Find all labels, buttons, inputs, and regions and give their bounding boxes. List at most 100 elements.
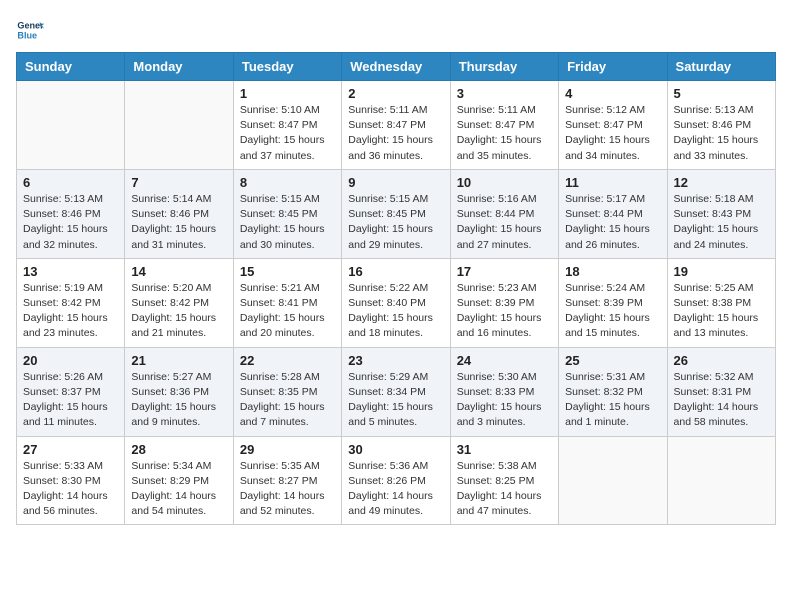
day-number: 2 (348, 86, 443, 101)
logo: General Blue (16, 16, 48, 44)
calendar-cell: 24 Sunrise: 5:30 AMSunset: 8:33 PMDayligh… (450, 347, 558, 436)
calendar-week-row: 6 Sunrise: 5:13 AMSunset: 8:46 PMDaylight… (17, 169, 776, 258)
day-number: 12 (674, 175, 769, 190)
day-info: Sunrise: 5:35 AMSunset: 8:27 PMDaylight:… (240, 459, 335, 520)
day-info: Sunrise: 5:22 AMSunset: 8:40 PMDaylight:… (348, 281, 443, 342)
day-info: Sunrise: 5:36 AMSunset: 8:26 PMDaylight:… (348, 459, 443, 520)
calendar-cell: 10 Sunrise: 5:16 AMSunset: 8:44 PMDayligh… (450, 169, 558, 258)
calendar-cell: 17 Sunrise: 5:23 AMSunset: 8:39 PMDayligh… (450, 258, 558, 347)
calendar-cell: 3 Sunrise: 5:11 AMSunset: 8:47 PMDaylight… (450, 81, 558, 170)
calendar-cell: 7 Sunrise: 5:14 AMSunset: 8:46 PMDaylight… (125, 169, 233, 258)
calendar-cell: 27 Sunrise: 5:33 AMSunset: 8:30 PMDayligh… (17, 436, 125, 525)
calendar-cell: 22Sunrise: 5:28 AMSunset: 8:35 PMDayligh… (233, 347, 341, 436)
day-number: 1 (240, 86, 335, 101)
calendar-week-row: 20Sunrise: 5:26 AMSunset: 8:37 PMDayligh… (17, 347, 776, 436)
day-info: Sunrise: 5:23 AMSunset: 8:39 PMDaylight:… (457, 281, 552, 342)
calendar-header-row: SundayMondayTuesdayWednesdayThursdayFrid… (17, 53, 776, 81)
calendar-cell: 25 Sunrise: 5:31 AMSunset: 8:32 PMDayligh… (559, 347, 667, 436)
calendar-cell: 6 Sunrise: 5:13 AMSunset: 8:46 PMDaylight… (17, 169, 125, 258)
day-info: Sunrise: 5:25 AMSunset: 8:38 PMDaylight:… (674, 281, 769, 342)
weekday-header-thursday: Thursday (450, 53, 558, 81)
calendar-cell: 31 Sunrise: 5:38 AMSunset: 8:25 PMDayligh… (450, 436, 558, 525)
calendar-cell: 1 Sunrise: 5:10 AMSunset: 8:47 PMDaylight… (233, 81, 341, 170)
page-header: General Blue (16, 16, 776, 44)
day-number: 5 (674, 86, 769, 101)
day-number: 9 (348, 175, 443, 190)
calendar-cell: 11 Sunrise: 5:17 AMSunset: 8:44 PMDayligh… (559, 169, 667, 258)
weekday-header-wednesday: Wednesday (342, 53, 450, 81)
calendar-cell (667, 436, 775, 525)
svg-text:Blue: Blue (17, 30, 37, 40)
calendar-cell (559, 436, 667, 525)
calendar-cell: 12 Sunrise: 5:18 AMSunset: 8:43 PMDayligh… (667, 169, 775, 258)
day-number: 13 (23, 264, 118, 279)
calendar-cell: 23 Sunrise: 5:29 AMSunset: 8:34 PMDayligh… (342, 347, 450, 436)
day-info: Sunrise: 5:38 AMSunset: 8:25 PMDaylight:… (457, 459, 552, 520)
calendar-week-row: 1 Sunrise: 5:10 AMSunset: 8:47 PMDaylight… (17, 81, 776, 170)
calendar-cell: 30Sunrise: 5:36 AMSunset: 8:26 PMDayligh… (342, 436, 450, 525)
day-number: 24 (457, 353, 552, 368)
calendar-cell: 19 Sunrise: 5:25 AMSunset: 8:38 PMDayligh… (667, 258, 775, 347)
weekday-header-monday: Monday (125, 53, 233, 81)
day-number: 17 (457, 264, 552, 279)
day-info: Sunrise: 5:19 AMSunset: 8:42 PMDaylight:… (23, 281, 118, 342)
day-info: Sunrise: 5:12 AMSunset: 8:47 PMDaylight:… (565, 103, 660, 164)
day-number: 6 (23, 175, 118, 190)
calendar-cell: 18 Sunrise: 5:24 AMSunset: 8:39 PMDayligh… (559, 258, 667, 347)
day-info: Sunrise: 5:10 AMSunset: 8:47 PMDaylight:… (240, 103, 335, 164)
day-info: Sunrise: 5:13 AMSunset: 8:46 PMDaylight:… (674, 103, 769, 164)
day-number: 28 (131, 442, 226, 457)
day-number: 18 (565, 264, 660, 279)
day-number: 21 (131, 353, 226, 368)
calendar-cell: 28Sunrise: 5:34 AMSunset: 8:29 PMDayligh… (125, 436, 233, 525)
calendar-cell: 21 Sunrise: 5:27 AMSunset: 8:36 PMDayligh… (125, 347, 233, 436)
calendar-week-row: 27 Sunrise: 5:33 AMSunset: 8:30 PMDayligh… (17, 436, 776, 525)
day-number: 29 (240, 442, 335, 457)
day-info: Sunrise: 5:30 AMSunset: 8:33 PMDaylight:… (457, 370, 552, 431)
day-info: Sunrise: 5:13 AMSunset: 8:46 PMDaylight:… (23, 192, 118, 253)
day-info: Sunrise: 5:16 AMSunset: 8:44 PMDaylight:… (457, 192, 552, 253)
weekday-header-saturday: Saturday (667, 53, 775, 81)
day-info: Sunrise: 5:32 AMSunset: 8:31 PMDaylight:… (674, 370, 769, 431)
day-number: 27 (23, 442, 118, 457)
day-number: 23 (348, 353, 443, 368)
day-info: Sunrise: 5:11 AMSunset: 8:47 PMDaylight:… (348, 103, 443, 164)
day-info: Sunrise: 5:26 AMSunset: 8:37 PMDaylight:… (23, 370, 118, 431)
logo-icon: General Blue (16, 16, 44, 44)
day-number: 25 (565, 353, 660, 368)
day-number: 16 (348, 264, 443, 279)
day-info: Sunrise: 5:24 AMSunset: 8:39 PMDaylight:… (565, 281, 660, 342)
calendar-cell: 5 Sunrise: 5:13 AMSunset: 8:46 PMDaylight… (667, 81, 775, 170)
calendar-cell: 4Sunrise: 5:12 AMSunset: 8:47 PMDaylight… (559, 81, 667, 170)
day-info: Sunrise: 5:33 AMSunset: 8:30 PMDaylight:… (23, 459, 118, 520)
day-number: 11 (565, 175, 660, 190)
day-info: Sunrise: 5:29 AMSunset: 8:34 PMDaylight:… (348, 370, 443, 431)
day-number: 14 (131, 264, 226, 279)
day-info: Sunrise: 5:31 AMSunset: 8:32 PMDaylight:… (565, 370, 660, 431)
day-info: Sunrise: 5:17 AMSunset: 8:44 PMDaylight:… (565, 192, 660, 253)
day-number: 22 (240, 353, 335, 368)
day-info: Sunrise: 5:18 AMSunset: 8:43 PMDaylight:… (674, 192, 769, 253)
day-number: 7 (131, 175, 226, 190)
day-number: 3 (457, 86, 552, 101)
day-info: Sunrise: 5:15 AMSunset: 8:45 PMDaylight:… (240, 192, 335, 253)
day-number: 15 (240, 264, 335, 279)
day-info: Sunrise: 5:21 AMSunset: 8:41 PMDaylight:… (240, 281, 335, 342)
day-info: Sunrise: 5:27 AMSunset: 8:36 PMDaylight:… (131, 370, 226, 431)
calendar-week-row: 13 Sunrise: 5:19 AMSunset: 8:42 PMDayligh… (17, 258, 776, 347)
day-number: 26 (674, 353, 769, 368)
day-number: 19 (674, 264, 769, 279)
day-info: Sunrise: 5:15 AMSunset: 8:45 PMDaylight:… (348, 192, 443, 253)
day-number: 8 (240, 175, 335, 190)
calendar-cell: 14Sunrise: 5:20 AMSunset: 8:42 PMDayligh… (125, 258, 233, 347)
calendar-cell (17, 81, 125, 170)
calendar-cell: 8 Sunrise: 5:15 AMSunset: 8:45 PMDaylight… (233, 169, 341, 258)
weekday-header-tuesday: Tuesday (233, 53, 341, 81)
day-info: Sunrise: 5:11 AMSunset: 8:47 PMDaylight:… (457, 103, 552, 164)
calendar-cell: 20Sunrise: 5:26 AMSunset: 8:37 PMDayligh… (17, 347, 125, 436)
day-info: Sunrise: 5:14 AMSunset: 8:46 PMDaylight:… (131, 192, 226, 253)
day-number: 31 (457, 442, 552, 457)
day-number: 10 (457, 175, 552, 190)
calendar-cell: 29 Sunrise: 5:35 AMSunset: 8:27 PMDayligh… (233, 436, 341, 525)
weekday-header-sunday: Sunday (17, 53, 125, 81)
